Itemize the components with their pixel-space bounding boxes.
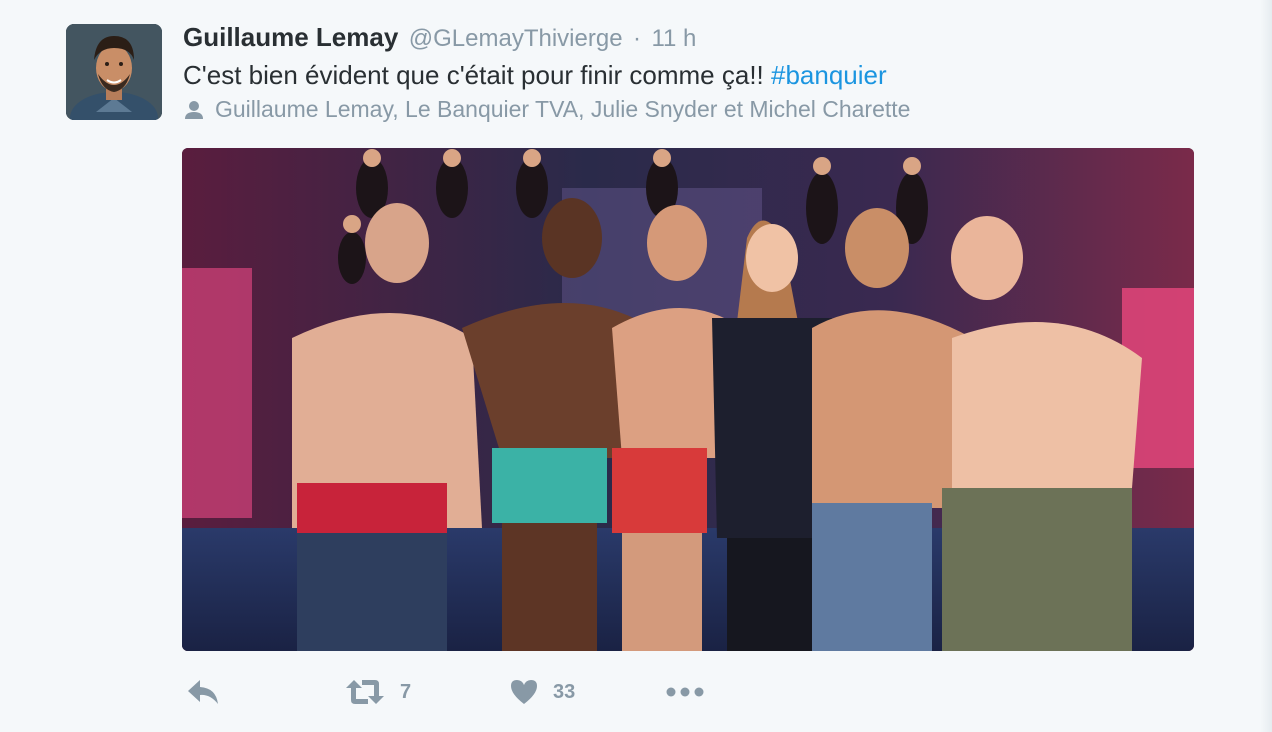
tweet-header: Guillaume Lemay @GLemayThivierge · 11 h: [183, 22, 696, 53]
retweet-count: 7: [400, 680, 412, 703]
person-icon: [185, 100, 203, 119]
like-count: 33: [553, 680, 576, 703]
tweet-actions: 7 33: [0, 672, 1272, 716]
more-button[interactable]: [666, 672, 704, 712]
tweet: Guillaume Lemay @GLemayThivierge · 11 h …: [0, 0, 1272, 732]
avatar[interactable]: [66, 24, 162, 120]
like-button[interactable]: 33: [509, 672, 575, 712]
avatar-image: [66, 24, 162, 120]
retweet-button[interactable]: 7: [344, 672, 411, 712]
retweet-icon: [346, 680, 384, 704]
reply-icon: [188, 680, 218, 704]
tweet-photo[interactable]: [182, 148, 1194, 651]
more-icon: [666, 687, 704, 697]
author-handle[interactable]: @GLemayThivierge: [409, 25, 623, 52]
photo-image: [182, 148, 1194, 651]
separator-dot: ·: [633, 25, 641, 52]
tagged-names: Guillaume Lemay, Le Banquier TVA, Julie …: [215, 96, 911, 122]
reply-button[interactable]: [186, 672, 220, 712]
heart-icon: [511, 680, 537, 704]
hashtag-link[interactable]: #banquier: [771, 60, 887, 90]
tweet-text: C'est bien évident que c'était pour fini…: [183, 60, 887, 91]
author-name[interactable]: Guillaume Lemay: [183, 22, 398, 52]
tagged-people[interactable]: Guillaume Lemay, Le Banquier TVA, Julie …: [183, 96, 910, 123]
column-edge: [1260, 0, 1272, 732]
tweet-timestamp[interactable]: 11 h: [651, 25, 696, 52]
tweet-body: C'est bien évident que c'était pour fini…: [183, 60, 771, 90]
